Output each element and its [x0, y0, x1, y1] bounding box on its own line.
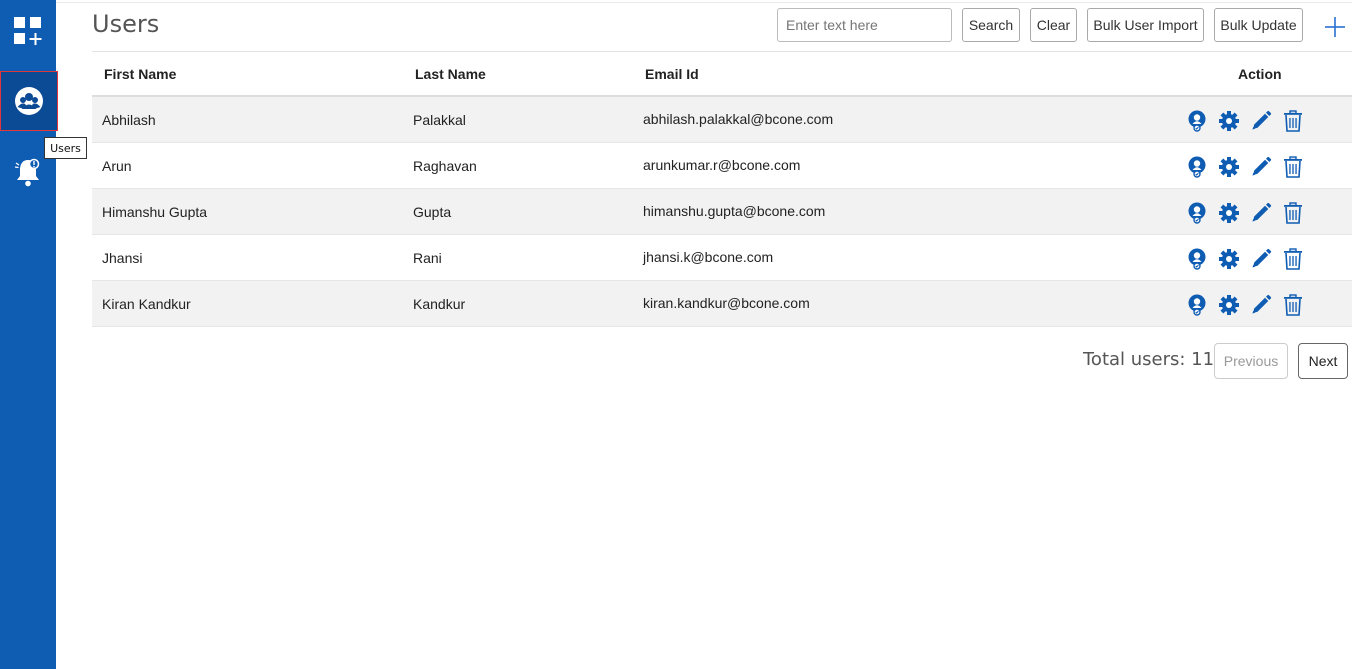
user-badge-icon — [1187, 294, 1207, 316]
user-badge-button[interactable] — [1181, 202, 1213, 224]
email-cell: himanshu.gupta@bcone.com — [643, 203, 826, 219]
row-actions — [1181, 248, 1309, 270]
page-title: Users — [92, 10, 160, 38]
table-row: Abhilash Palakkal abhilash.palakkal@bcone.… — [92, 97, 1352, 143]
pencil-icon — [1250, 156, 1272, 178]
sidebar — [0, 0, 58, 669]
trash-icon — [1283, 202, 1303, 224]
email-cell: arunkumar.r@bcone.com — [643, 157, 801, 173]
column-last-name[interactable]: Last Name — [415, 66, 486, 82]
gear-icon — [1218, 248, 1240, 270]
table-row: Jhansi Rani jhansi.k@bcone.com — [92, 235, 1352, 281]
add-user-button[interactable] — [1322, 14, 1348, 40]
previous-button[interactable]: Previous — [1214, 343, 1288, 379]
edit-button[interactable] — [1245, 202, 1277, 224]
first-name-cell: Himanshu Gupta — [102, 204, 208, 220]
user-badge-button[interactable] — [1181, 110, 1213, 132]
edit-button[interactable] — [1245, 156, 1277, 178]
row-actions — [1181, 156, 1309, 178]
gear-icon — [1218, 202, 1240, 224]
first-name-cell: Kiran Kandkur — [102, 296, 191, 312]
pencil-icon — [1250, 110, 1272, 132]
last-name-cell: Rani — [413, 250, 442, 266]
user-badge-icon — [1187, 202, 1207, 224]
delete-button[interactable] — [1277, 202, 1309, 224]
user-badge-button[interactable] — [1181, 156, 1213, 178]
last-name-cell: Gupta — [413, 204, 452, 220]
settings-button[interactable] — [1213, 294, 1245, 316]
column-first-name[interactable]: First Name — [104, 66, 176, 82]
users-table: First Name Last Name Email Id Action Abh… — [92, 52, 1352, 327]
settings-button[interactable] — [1213, 202, 1245, 224]
user-badge-button[interactable] — [1181, 248, 1213, 270]
email-cell: abhilash.palakkal@bcone.com — [643, 111, 834, 127]
last-name-cell: Raghavan — [413, 158, 477, 174]
users-icon — [15, 87, 43, 115]
table-body: Abhilash Palakkal abhilash.palakkal@bcone.… — [92, 97, 1352, 327]
row-actions — [1181, 202, 1309, 224]
gear-icon — [1218, 156, 1240, 178]
settings-button[interactable] — [1213, 156, 1245, 178]
trash-icon — [1283, 248, 1303, 270]
row-actions — [1181, 294, 1309, 316]
delete-button[interactable] — [1277, 110, 1309, 132]
trash-icon — [1283, 156, 1303, 178]
first-name-cell: Jhansi — [102, 250, 143, 266]
bulk-user-import-button[interactable]: Bulk User Import — [1087, 8, 1204, 42]
next-button[interactable]: Next — [1298, 343, 1348, 379]
last-name-cell: Kandkur — [413, 296, 466, 312]
delete-button[interactable] — [1277, 248, 1309, 270]
edit-button[interactable] — [1245, 294, 1277, 316]
row-actions — [1181, 110, 1309, 132]
trash-icon — [1283, 110, 1303, 132]
pencil-icon — [1250, 294, 1272, 316]
table-row: Himanshu Gupta Gupta himanshu.gupta@bcone.… — [92, 189, 1352, 235]
trash-icon — [1283, 294, 1303, 316]
sidebar-item-users[interactable] — [0, 71, 58, 131]
edit-button[interactable] — [1245, 110, 1277, 132]
grid-plus-icon — [14, 17, 42, 45]
top-divider — [56, 2, 1352, 3]
clear-button[interactable]: Clear — [1030, 8, 1077, 42]
sidebar-item-apps[interactable] — [0, 2, 56, 60]
edit-button[interactable] — [1245, 248, 1277, 270]
last-name-cell: Palakkal — [413, 112, 466, 128]
bulk-update-button[interactable]: Bulk Update — [1214, 8, 1303, 42]
user-badge-icon — [1187, 156, 1207, 178]
settings-button[interactable] — [1213, 248, 1245, 270]
search-input[interactable] — [777, 8, 952, 42]
pencil-icon — [1250, 202, 1272, 224]
user-badge-icon — [1187, 248, 1207, 270]
settings-button[interactable] — [1213, 110, 1245, 132]
bell-alert-icon — [14, 158, 40, 187]
total-users: Total users: 11 — [1083, 349, 1215, 370]
sidebar-tooltip: Users — [44, 137, 87, 159]
gear-icon — [1218, 110, 1240, 132]
pencil-icon — [1250, 248, 1272, 270]
column-email[interactable]: Email Id — [645, 66, 699, 82]
search-button[interactable]: Search — [962, 8, 1020, 42]
email-cell: kiran.kandkur@bcone.com — [643, 295, 810, 311]
table-row: Kiran Kandkur Kandkur kiran.kandkur@bcone.… — [92, 281, 1352, 327]
delete-button[interactable] — [1277, 156, 1309, 178]
first-name-cell: Arun — [102, 158, 132, 174]
delete-button[interactable] — [1277, 294, 1309, 316]
table-header: First Name Last Name Email Id Action — [92, 52, 1352, 97]
email-cell: jhansi.k@bcone.com — [643, 249, 774, 265]
user-badge-icon — [1187, 110, 1207, 132]
first-name-cell: Abhilash — [102, 112, 156, 128]
gear-icon — [1218, 294, 1240, 316]
table-row: Arun Raghavan arunkumar.r@bcone.com — [92, 143, 1352, 189]
plus-icon — [1325, 17, 1345, 37]
user-badge-button[interactable] — [1181, 294, 1213, 316]
column-action: Action — [1238, 66, 1282, 82]
